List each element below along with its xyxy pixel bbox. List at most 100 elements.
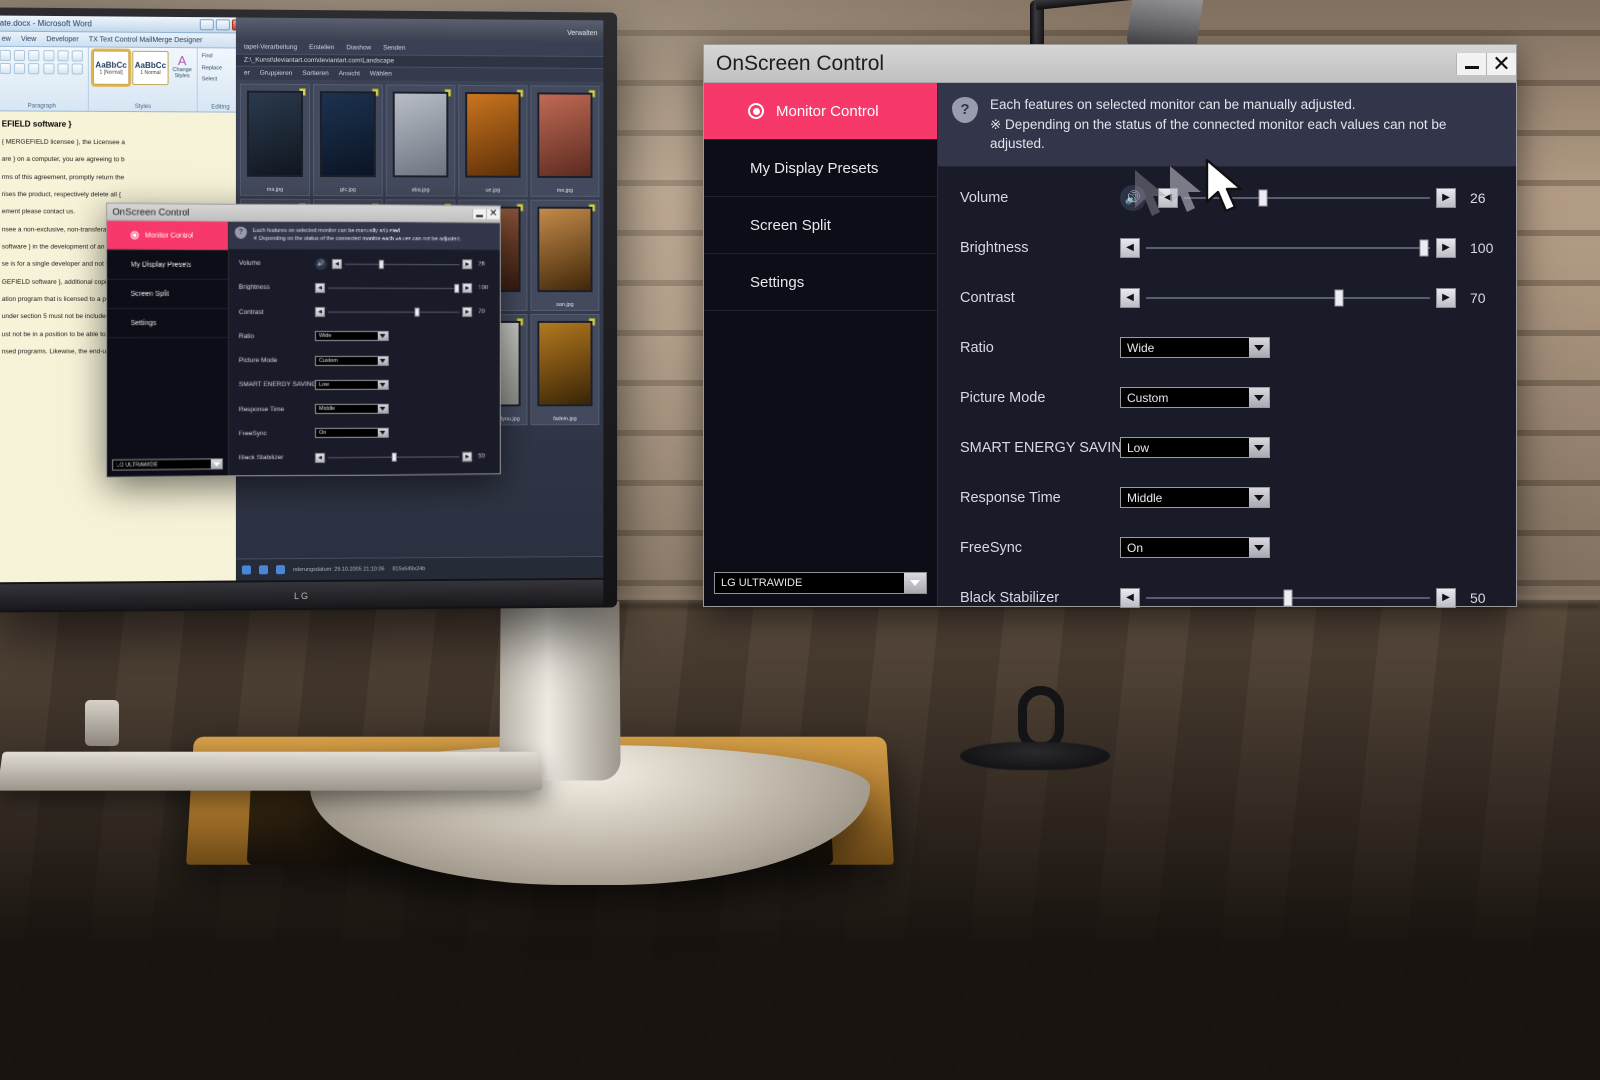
- thumbnail-item[interactable]: fadein.jpg: [530, 313, 600, 426]
- onscreen-control-window-background[interactable]: OnScreen Control ✕ Monitor Control My Di…: [106, 202, 501, 478]
- line-spacing-icon[interactable]: [57, 63, 69, 75]
- black-stabilizer-thumb-bg[interactable]: [391, 452, 397, 462]
- onscreen-control-window[interactable]: OnScreen Control ✕ Monitor Control My Di…: [703, 44, 1517, 608]
- select-box-bg-2[interactable]: Low: [314, 379, 389, 390]
- replace-button[interactable]: Replace: [202, 63, 239, 75]
- slider-track-bg-1[interactable]: [327, 283, 460, 293]
- slider-decrease-button-bg-0[interactable]: ◀: [331, 258, 342, 269]
- select-chevron-down-icon-3[interactable]: [1249, 488, 1269, 508]
- slider-thumb-2[interactable]: [1334, 289, 1344, 307]
- title-bar-bg[interactable]: OnScreen Control ✕: [107, 203, 500, 224]
- select-chevron-down-icon-bg-0[interactable]: [377, 332, 388, 341]
- menu-item-0[interactable]: tapel-Verarbeitung: [244, 43, 297, 50]
- sidebar-item-settings[interactable]: Settings: [704, 254, 937, 311]
- select-control-1[interactable]: Custom: [1120, 387, 1516, 409]
- select-chevron-down-icon-2[interactable]: [1249, 438, 1269, 458]
- control-row-slider-bg-1[interactable]: Brightness ◀ ▶ 100: [229, 276, 500, 300]
- select-chevron-down-icon-0[interactable]: [1249, 338, 1269, 358]
- view-mode-icon-3[interactable]: [275, 565, 286, 575]
- slider-thumb-bg-1[interactable]: [454, 283, 460, 293]
- black-stabilizer-increase-button[interactable]: ▶: [1436, 587, 1456, 608]
- sidebar-item-monitor-control[interactable]: Monitor Control: [704, 83, 937, 140]
- control-row-slider-2[interactable]: Contrast ◀ ▶ 70: [938, 273, 1516, 323]
- slider-track-2[interactable]: [1146, 288, 1430, 308]
- word-ribbon[interactable]: Paragraph AaBbCc 1 [Normal] AaBbCc 1 Nor…: [0, 46, 248, 113]
- control-row-black-stabilizer[interactable]: Black Stabilizer ◀ ▶ 50: [938, 573, 1516, 623]
- black-stabilizer-thumb[interactable]: [1283, 589, 1293, 607]
- window-buttons[interactable]: ✕: [1456, 52, 1516, 75]
- word-tab-3[interactable]: TX Text Control MailMerge Designer: [89, 36, 203, 44]
- view-mode-icon-1[interactable]: [241, 565, 251, 575]
- slider-decrease-button-1[interactable]: ◀: [1120, 237, 1140, 258]
- control-row-select-3[interactable]: Response Time Middle: [938, 473, 1516, 523]
- slider-decrease-button-2[interactable]: ◀: [1120, 287, 1140, 308]
- control-row-select-4[interactable]: FreeSync On: [938, 523, 1516, 573]
- control-row-select-0[interactable]: Ratio Wide: [938, 323, 1516, 373]
- thumbnail-item[interactable]: ma.jpg: [239, 83, 310, 197]
- select-chevron-down-icon-bg-3[interactable]: [377, 404, 388, 413]
- thumbnail-item[interactable]: me.jpg: [530, 85, 600, 197]
- word-tab-2[interactable]: Developer: [46, 36, 78, 43]
- thumbnail-item[interactable]: aba.jpg: [385, 84, 456, 197]
- control-row-select-bg-3[interactable]: Response Time Middle: [229, 396, 500, 421]
- select-box-1[interactable]: Custom: [1120, 387, 1270, 409]
- indent-inc-icon[interactable]: [57, 50, 69, 62]
- toolbar-item-1[interactable]: Gruppieren: [260, 70, 293, 77]
- black-stabilizer-track-bg[interactable]: [327, 452, 460, 463]
- select-control-0[interactable]: Wide: [1120, 337, 1516, 359]
- thumbnail-item[interactable]: ue.jpg: [458, 84, 528, 197]
- select-control-4[interactable]: On: [1120, 537, 1516, 559]
- close-button[interactable]: ✕: [1486, 52, 1516, 75]
- title-bar[interactable]: OnScreen Control ✕: [704, 45, 1516, 83]
- bullets-icon[interactable]: [0, 49, 11, 62]
- control-row-select-2[interactable]: SMART ENERGY SAVING Low: [938, 423, 1516, 473]
- select-control-bg-2[interactable]: Low: [314, 379, 500, 390]
- toolbar-item-2[interactable]: Sortieren: [302, 70, 328, 77]
- word-tab-1[interactable]: View: [21, 35, 36, 42]
- word-maximize-icon[interactable]: [215, 19, 230, 31]
- slider-thumb-bg-0[interactable]: [379, 259, 385, 269]
- control-row-slider-1[interactable]: Brightness ◀ ▶ 100: [938, 223, 1516, 273]
- numbering-icon[interactable]: [14, 49, 26, 62]
- word-tab-0[interactable]: ew: [2, 35, 11, 42]
- control-row-slider-bg-2[interactable]: Contrast ◀ ▶ 70: [229, 300, 500, 324]
- find-button[interactable]: Find: [202, 51, 239, 63]
- sidebar-item-screen-split[interactable]: Screen Split: [704, 197, 937, 254]
- view-mode-icon-2[interactable]: [258, 565, 268, 575]
- slider-increase-button-bg-1[interactable]: ▶: [462, 283, 473, 294]
- toolbar-item-4[interactable]: Wählen: [370, 70, 392, 77]
- minimize-button[interactable]: [1456, 52, 1486, 75]
- slider-control-0[interactable]: ◀ ▶ 26: [1158, 187, 1516, 208]
- word-ribbon-tabs[interactable]: ew View Developer TX Text Control MailMe…: [0, 31, 248, 49]
- slider-control-bg-1[interactable]: ◀ ▶ 100: [314, 282, 500, 294]
- slider-decrease-button-bg-1[interactable]: ◀: [314, 282, 325, 293]
- sidebar-item-screen-split-bg[interactable]: Screen Split: [107, 279, 228, 309]
- slider-control-bg-0[interactable]: ◀ ▶ 26: [331, 258, 500, 270]
- slider-track-1[interactable]: [1146, 238, 1430, 258]
- black-stabilizer-track[interactable]: [1146, 588, 1430, 608]
- minimize-button-bg[interactable]: [472, 209, 487, 220]
- black-stabilizer-increase-button-bg[interactable]: ▶: [462, 451, 473, 462]
- toolbar-item-3[interactable]: Ansicht: [339, 70, 360, 77]
- shading-icon[interactable]: [71, 63, 83, 75]
- black-stabilizer-control[interactable]: ◀ ▶ 50: [1120, 587, 1516, 608]
- control-row-select-bg-4[interactable]: FreeSync On: [229, 420, 500, 445]
- word-minimize-icon[interactable]: [199, 19, 214, 31]
- select-control-2[interactable]: Low: [1120, 437, 1516, 459]
- sidebar-item-my-display-presets[interactable]: My Display Presets: [704, 140, 937, 197]
- slider-thumb-bg-2[interactable]: [415, 307, 421, 317]
- sort-icon[interactable]: [71, 50, 83, 62]
- slider-control-1[interactable]: ◀ ▶ 100: [1120, 237, 1516, 258]
- editing-items[interactable]: Find Replace Select: [202, 51, 239, 86]
- slider-increase-button-bg-0[interactable]: ▶: [462, 259, 473, 270]
- slider-control-2[interactable]: ◀ ▶ 70: [1120, 287, 1516, 308]
- select-chevron-down-icon-bg-1[interactable]: [377, 356, 388, 365]
- slider-thumb-1[interactable]: [1419, 239, 1429, 257]
- select-chevron-down-icon-bg-4[interactable]: [377, 429, 388, 438]
- control-row-select-1[interactable]: Picture Mode Custom: [938, 373, 1516, 423]
- slider-increase-button-1[interactable]: ▶: [1436, 237, 1456, 258]
- change-styles-button[interactable]: A Change Styles: [172, 51, 193, 79]
- style-normal-selected[interactable]: AaBbCc 1 [Normal]: [90, 48, 132, 87]
- align-left-icon[interactable]: [0, 62, 11, 75]
- select-box-4[interactable]: On: [1120, 537, 1270, 559]
